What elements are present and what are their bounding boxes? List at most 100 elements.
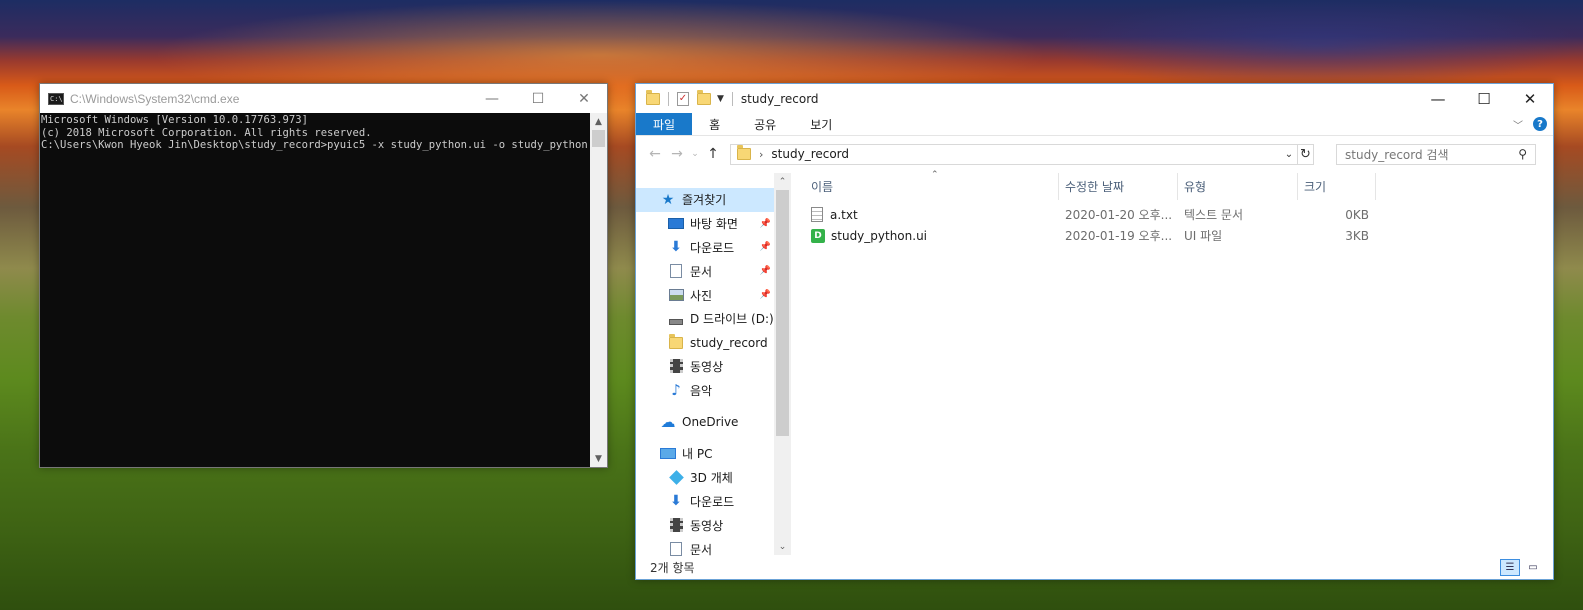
- file-list-pane[interactable]: ⌃ 이름 수정한 날짜 유형 크기 a.txt 2020-01-20 오후...…: [791, 170, 1553, 555]
- nav-label: study_record: [690, 335, 768, 350]
- videos-icon: [669, 359, 683, 374]
- nav-item-desktop[interactable]: 바탕 화면 📌: [636, 212, 775, 236]
- file-row[interactable]: Dstudy_python.ui 2020-01-19 오후... UI 파일 …: [805, 225, 1553, 246]
- large-icons-view-icon[interactable]: ▭: [1523, 559, 1543, 576]
- search-placeholder: study_record 검색: [1345, 147, 1449, 162]
- breadcrumb-folder[interactable]: study_record: [771, 147, 849, 161]
- tab-file[interactable]: 파일: [636, 113, 693, 135]
- item-count: 2개 항목: [650, 560, 695, 575]
- minimize-button[interactable]: —: [1415, 84, 1461, 113]
- nav-quick-access[interactable]: ★ 즐겨찾기: [636, 188, 775, 212]
- nav-label: 다운로드: [690, 494, 735, 509]
- nav-label: 바탕 화면: [690, 217, 738, 232]
- back-arrow-icon[interactable]: ←: [644, 146, 666, 162]
- nav-this-pc[interactable]: 내 PC: [636, 442, 775, 466]
- column-header-date[interactable]: 수정한 날짜: [1059, 173, 1178, 200]
- status-bar: 2개 항목 ☰ ▭: [636, 555, 1553, 579]
- file-size: 3KB: [1345, 228, 1369, 243]
- explorer-window[interactable]: ✓ ▼ study_record — ☐ ✕ 파일 홈 공유 보기 ﹀ ? ← …: [635, 83, 1554, 580]
- search-box[interactable]: study_record 검색 ⚲: [1336, 143, 1536, 165]
- nav-item-study-record[interactable]: study_record: [636, 331, 775, 355]
- console-command-line: C:\Users\Kwon Hyeok Jin\Desktop\study_re…: [40, 138, 607, 151]
- column-header-type[interactable]: 유형: [1178, 173, 1298, 200]
- up-arrow-icon[interactable]: ↑: [702, 146, 724, 162]
- minimize-button[interactable]: —: [469, 84, 515, 113]
- nav-label: 음악: [690, 383, 713, 398]
- breadcrumb-separator-icon[interactable]: ›: [759, 148, 763, 161]
- recent-locations-chevron-icon[interactable]: ⌄: [688, 149, 702, 159]
- column-headers: ⌃ 이름 수정한 날짜 유형 크기: [805, 170, 1553, 200]
- details-view-icon[interactable]: ☰: [1500, 558, 1520, 576]
- scroll-down-arrow-icon[interactable]: ▼: [590, 450, 607, 467]
- nav-item-d-drive[interactable]: D 드라이브 (D:): [636, 307, 775, 331]
- nav-item-downloads[interactable]: ⬇ 다운로드 📌: [636, 236, 775, 260]
- pin-icon: 📌: [759, 266, 771, 277]
- scroll-thumb[interactable]: [776, 190, 789, 436]
- cmd-window[interactable]: C:\ C:\Windows\System32\cmd.exe — ☐ ✕ Mi…: [39, 83, 608, 468]
- pin-icon: 📌: [759, 218, 771, 229]
- nav-item-pc-videos[interactable]: 동영상: [636, 513, 775, 537]
- scroll-up-arrow-icon[interactable]: ⌃: [774, 173, 791, 190]
- nav-label: 3D 개체: [690, 471, 733, 486]
- close-button[interactable]: ✕: [561, 84, 607, 113]
- column-label: 이름: [811, 180, 834, 194]
- pin-icon: 📌: [759, 290, 771, 301]
- tab-share[interactable]: 공유: [737, 113, 793, 135]
- console-line: Microsoft Windows [Version 10.0.17763.97…: [40, 113, 308, 126]
- address-history-chevron-icon[interactable]: ⌄: [1281, 149, 1297, 160]
- help-icon[interactable]: ?: [1533, 117, 1547, 131]
- documents-icon: [670, 264, 682, 279]
- documents-icon: [670, 542, 682, 557]
- nav-item-pictures[interactable]: 사진 📌: [636, 283, 775, 307]
- navigation-pane[interactable]: ★ 즐겨찾기 바탕 화면 📌 ⬇ 다운로드 📌 문서 📌 사진 📌 D 드라이브…: [636, 173, 791, 557]
- scroll-up-arrow-icon[interactable]: ▲: [590, 113, 607, 130]
- music-icon: ♪: [671, 381, 681, 400]
- nav-onedrive[interactable]: ☁ OneDrive: [636, 410, 775, 434]
- nav-item-3d-objects[interactable]: 3D 개체: [636, 466, 775, 490]
- refresh-icon[interactable]: ↻: [1297, 144, 1313, 164]
- file-size: 0KB: [1345, 207, 1369, 222]
- file-type: UI 파일: [1184, 229, 1223, 243]
- chevron-down-icon[interactable]: ▼: [717, 94, 724, 104]
- maximize-button[interactable]: ☐: [515, 84, 561, 113]
- maximize-button[interactable]: ☐: [1461, 84, 1507, 113]
- scroll-thumb[interactable]: [592, 130, 605, 147]
- nav-label: 내 PC: [682, 447, 713, 462]
- search-icon[interactable]: ⚲: [1518, 147, 1527, 161]
- tab-view[interactable]: 보기: [793, 113, 849, 135]
- column-label: 유형: [1184, 180, 1207, 194]
- explorer-titlebar[interactable]: ✓ ▼ study_record — ☐ ✕: [636, 84, 1553, 113]
- column-header-name[interactable]: ⌃ 이름: [805, 170, 1059, 200]
- console-icon: C:\: [48, 92, 64, 105]
- cmd-titlebar[interactable]: C:\ C:\Windows\System32\cmd.exe — ☐ ✕: [40, 84, 607, 113]
- cmd-scrollbar[interactable]: ▲ ▼: [590, 113, 607, 467]
- forward-arrow-icon[interactable]: →: [666, 146, 688, 162]
- folder-icon: [737, 145, 751, 160]
- nav-scrollbar[interactable]: ⌃ ⌄: [774, 173, 791, 555]
- column-label: 수정한 날짜: [1065, 180, 1125, 194]
- new-folder-icon[interactable]: [697, 89, 711, 105]
- nav-item-pc-downloads[interactable]: ⬇ 다운로드: [636, 490, 775, 514]
- downloads-icon: ⬇: [670, 493, 682, 510]
- divider: [731, 91, 733, 106]
- address-bar[interactable]: › study_record ⌄ ↻: [730, 143, 1314, 165]
- computer-icon: [660, 448, 676, 460]
- file-date: 2020-01-20 오후...: [1065, 208, 1173, 222]
- expand-ribbon-chevron-icon[interactable]: ﹀: [1513, 117, 1523, 132]
- nav-item-documents[interactable]: 문서 📌: [636, 259, 775, 283]
- desktop-icon: [668, 218, 684, 230]
- close-button[interactable]: ✕: [1507, 84, 1553, 113]
- nav-item-videos[interactable]: 동영상: [636, 355, 775, 379]
- nav-item-music[interactable]: ♪ 음악: [636, 378, 775, 402]
- scroll-down-arrow-icon[interactable]: ⌄: [774, 538, 791, 555]
- ribbon-tabs: 파일 홈 공유 보기 ﹀ ?: [636, 113, 1553, 136]
- wallpaper-sky-shade: [1050, 0, 1583, 90]
- tab-home[interactable]: 홈: [692, 113, 737, 135]
- file-row[interactable]: a.txt 2020-01-20 오후... 텍스트 문서 0KB: [805, 204, 1553, 225]
- properties-icon[interactable]: ✓: [677, 91, 689, 106]
- divider: [668, 91, 669, 106]
- pictures-icon: [668, 289, 684, 302]
- console-output[interactable]: Microsoft Windows [Version 10.0.17763.97…: [40, 113, 607, 467]
- column-header-size[interactable]: 크기: [1298, 173, 1376, 200]
- ui-file-icon: D: [811, 228, 825, 243]
